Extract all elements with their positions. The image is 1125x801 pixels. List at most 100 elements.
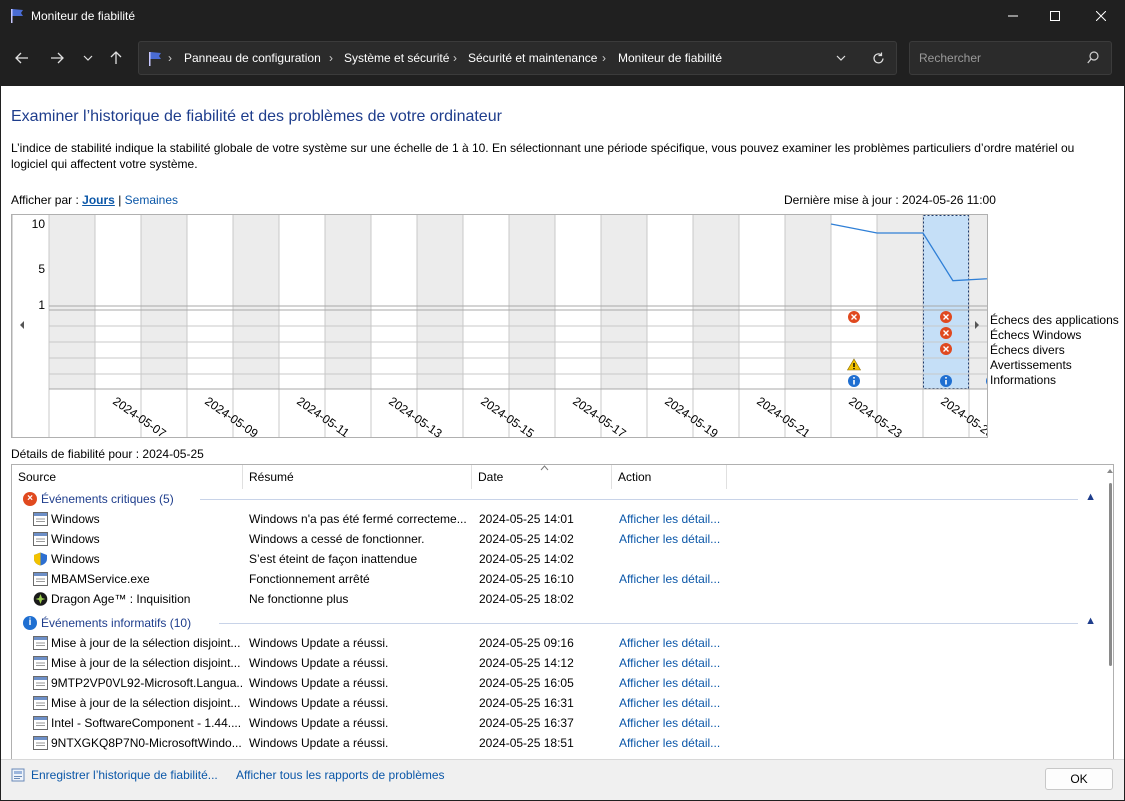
row-source: Mise à jour de la sélection disjoint... xyxy=(51,636,241,650)
day-column xyxy=(417,215,463,389)
chevron-up-icon[interactable]: ▲ xyxy=(1085,491,1096,503)
breadcrumb-security-maintenance[interactable]: Sécurité et maintenance xyxy=(468,51,597,65)
maximize-button[interactable] xyxy=(1032,0,1078,32)
breadcrumb-separator: › xyxy=(453,51,457,65)
day-column xyxy=(279,215,325,389)
day-column xyxy=(647,215,693,389)
address-bar[interactable]: › Panneau de configuration › Système et … xyxy=(138,41,897,75)
stability-chart-svg: 10 5 1 2024-05-07 2024-05-09 2024-05-11 2024-0… xyxy=(12,215,987,437)
breadcrumb-control-panel[interactable]: Panneau de configuration xyxy=(184,51,321,65)
chevron-down-icon[interactable] xyxy=(836,55,846,61)
row-action-link[interactable]: Afficher les détail... xyxy=(619,676,739,690)
ok-button[interactable]: OK xyxy=(1045,768,1113,790)
row-summary: Windows Update a réussi. xyxy=(249,716,389,730)
row-date: 2024-05-25 16:05 xyxy=(479,676,574,690)
table-row[interactable]: Mise à jour de la sélection disjoint... W… xyxy=(12,693,1102,713)
y-tick-label: 1 xyxy=(38,298,45,312)
row-date: 2024-05-25 14:02 xyxy=(479,552,574,566)
search-field[interactable]: Rechercher xyxy=(909,41,1112,75)
row-action-link[interactable]: Afficher les détail... xyxy=(619,636,739,650)
day-column xyxy=(601,215,647,389)
group-label: Événements informatifs (10) xyxy=(41,616,196,630)
row-source: Windows xyxy=(51,532,100,546)
breadcrumb-separator: › xyxy=(168,51,172,65)
window-icon xyxy=(33,736,48,750)
breadcrumb-reliability-monitor[interactable]: Moniteur de fiabilité xyxy=(618,51,722,65)
table-row[interactable]: MBAMService.exe Fonctionnement arrêté 2024… xyxy=(12,569,1102,589)
table-row[interactable]: Mise à jour de la sélection disjoint... W… xyxy=(12,653,1102,673)
view-days-link[interactable]: Jours xyxy=(82,193,115,207)
column-header-source[interactable]: Source xyxy=(12,465,243,489)
day-column xyxy=(371,215,417,389)
breadcrumb-system-security[interactable]: Système et sécurité xyxy=(344,51,449,65)
day-column xyxy=(739,215,785,389)
row-action-link[interactable]: Afficher les détail... xyxy=(619,532,739,546)
up-button[interactable] xyxy=(104,46,128,70)
details-table: Source Résumé Date Action × Événements cr… xyxy=(11,464,1114,759)
day-column xyxy=(233,215,279,389)
forward-button[interactable] xyxy=(45,46,69,70)
scroll-up-icon[interactable] xyxy=(1106,468,1114,474)
row-date: 2024-05-25 14:01 xyxy=(479,512,574,526)
x-tick-label: 2024-05-09 xyxy=(202,394,261,437)
table-row[interactable]: Dragon Age™ : Inquisition Ne fonctionne p… xyxy=(12,589,1102,609)
day-column xyxy=(49,215,95,389)
column-header-action[interactable]: Action xyxy=(612,465,727,489)
x-tick-label: 2024-05-15 xyxy=(478,394,537,437)
row-action-link[interactable]: Afficher les détail... xyxy=(619,736,739,750)
row-summary: Windows n'a pas été fermé correcteme... xyxy=(249,512,467,526)
table-row[interactable]: 9NTXGKQ8P7N0-MicrosoftWindo... Windows Up… xyxy=(12,733,1102,753)
table-row[interactable]: Mise à jour de la sélection disjoint... W… xyxy=(12,633,1102,653)
stability-chart[interactable]: 10 5 1 2024-05-07 2024-05-09 2024-05-11 2024-0… xyxy=(11,214,988,438)
day-column xyxy=(325,215,371,389)
day-column xyxy=(693,215,739,389)
arrow-right-icon xyxy=(51,52,64,64)
legend-app-failures: Échecs des applications xyxy=(990,313,1119,327)
shield-icon xyxy=(33,552,48,566)
day-column xyxy=(969,215,987,389)
table-row[interactable]: Windows S’est éteint de façon inattendue 2… xyxy=(12,549,1102,569)
row-action-link[interactable]: Afficher les détail... xyxy=(619,512,739,526)
legend-windows-failures: Échecs Windows xyxy=(990,328,1082,342)
recent-locations-button[interactable] xyxy=(76,46,100,70)
row-summary: Windows a cessé de fonctionner. xyxy=(249,532,425,546)
info-stem xyxy=(945,380,947,385)
window-icon xyxy=(33,696,48,710)
scrollbar-thumb[interactable] xyxy=(1109,483,1112,666)
row-source: Mise à jour de la sélection disjoint... xyxy=(51,696,241,710)
row-date: 2024-05-25 18:02 xyxy=(479,592,574,606)
minimize-button[interactable] xyxy=(990,0,1036,32)
row-date: 2024-05-25 09:16 xyxy=(479,636,574,650)
save-history-link[interactable]: Enregistrer l’historique de fiabilité... xyxy=(31,768,218,782)
group-header[interactable]: × Événements critiques (5) ▲ xyxy=(12,489,1102,509)
refresh-icon[interactable] xyxy=(872,52,885,65)
breadcrumb-separator: › xyxy=(602,51,606,65)
view-weeks-link[interactable]: Semaines xyxy=(125,193,178,207)
all-problem-reports-link[interactable]: Afficher tous les rapports de problèmes xyxy=(236,768,445,782)
row-source: Mise à jour de la sélection disjoint... xyxy=(51,656,241,670)
window-icon xyxy=(33,572,48,586)
table-row[interactable]: Windows Windows a cessé de fonctionner. 20… xyxy=(12,529,1102,549)
search-placeholder: Rechercher xyxy=(919,51,982,65)
row-source: Windows xyxy=(51,552,100,566)
group-header[interactable]: i Événements informatifs (10) ▲ xyxy=(12,613,1102,633)
chevron-up-icon[interactable]: ▲ xyxy=(1085,615,1096,627)
flag-icon xyxy=(11,9,23,23)
table-row[interactable]: Intel - SoftwareComponent - 1.44.... Wind… xyxy=(12,713,1102,733)
window-title: Moniteur de fiabilité xyxy=(31,9,136,23)
table-row[interactable]: 9MTP2VP0VL92-Microsoft.Langua... Windows … xyxy=(12,673,1102,693)
row-action-link[interactable]: Afficher les détail... xyxy=(619,572,739,586)
close-button[interactable] xyxy=(1078,0,1124,32)
row-action-link[interactable]: Afficher les détail... xyxy=(619,716,739,730)
day-column xyxy=(555,215,601,389)
row-summary: Windows Update a réussi. xyxy=(249,656,389,670)
table-row[interactable]: Windows Windows n'a pas été fermé correct… xyxy=(12,509,1102,529)
vertical-scrollbar[interactable] xyxy=(1106,465,1114,759)
footer-bar: Enregistrer l’historique de fiabilité...… xyxy=(1,759,1124,800)
row-action-link[interactable]: Afficher les détail... xyxy=(619,656,739,670)
row-date: 2024-05-25 14:12 xyxy=(479,656,574,670)
row-action-link[interactable]: Afficher les détail... xyxy=(619,696,739,710)
chevron-down-icon xyxy=(83,55,93,61)
column-header-summary[interactable]: Résumé xyxy=(243,465,472,489)
back-button[interactable] xyxy=(10,46,34,70)
